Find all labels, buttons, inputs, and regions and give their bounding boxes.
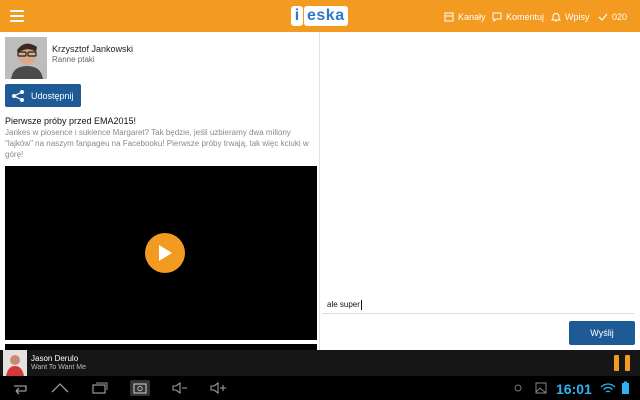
channels-icon bbox=[444, 12, 454, 22]
system-nav-bar: 16:01 bbox=[0, 376, 640, 400]
likes-count: 020 bbox=[612, 12, 628, 22]
pause-icon[interactable] bbox=[614, 355, 630, 371]
volume-down-icon[interactable] bbox=[170, 380, 190, 396]
author-name: Krzysztof Jankowski bbox=[52, 44, 134, 54]
battery-icon bbox=[622, 381, 629, 394]
posts-label: Wpisy bbox=[565, 12, 590, 22]
track-title: Want To Want Me bbox=[31, 364, 86, 371]
comment-button[interactable]: Komentuj bbox=[492, 10, 544, 24]
post-title: Pierwsze próby przed EMA2015! bbox=[5, 116, 137, 126]
likes-button[interactable]: 020 bbox=[598, 10, 627, 24]
top-bar: i eska Kanały Komentuj Wpisy 020 bbox=[0, 0, 640, 32]
text-caret bbox=[360, 299, 362, 310]
post-body: Jankes w piosence i sukience Margaret? T… bbox=[5, 128, 309, 159]
gallery-icon bbox=[535, 382, 547, 394]
album-art bbox=[3, 350, 27, 376]
checkmark-icon bbox=[598, 13, 608, 21]
bell-icon bbox=[551, 13, 561, 22]
comment-input-value: ale super bbox=[327, 300, 360, 309]
notification-icon bbox=[514, 384, 522, 392]
play-icon[interactable] bbox=[145, 233, 185, 273]
app-screen: i eska Kanały Komentuj Wpisy 020 Krzyszt… bbox=[0, 0, 640, 400]
track-artist: Jason Derulo bbox=[31, 354, 79, 363]
eska-logo: i eska bbox=[291, 5, 348, 27]
send-button[interactable]: Wyślij bbox=[569, 321, 635, 345]
now-playing-bar[interactable]: Jason Derulo Want To Want Me bbox=[0, 350, 640, 376]
home-icon[interactable] bbox=[50, 380, 70, 396]
comment-icon bbox=[492, 12, 502, 22]
wifi-icon bbox=[600, 383, 616, 393]
screenshot-icon[interactable] bbox=[130, 380, 150, 396]
comment-label: Komentuj bbox=[506, 12, 545, 22]
volume-up-icon[interactable] bbox=[208, 380, 228, 396]
comment-input[interactable]: ale super bbox=[322, 296, 634, 314]
author-show: Ranne ptaki bbox=[52, 55, 95, 64]
channels-button[interactable]: Kanały bbox=[444, 10, 486, 24]
channels-label: Kanały bbox=[458, 12, 486, 22]
status-clock: 16:01 bbox=[556, 381, 592, 397]
author-avatar bbox=[5, 37, 47, 79]
column-divider bbox=[319, 32, 320, 350]
share-label: Udostępnij bbox=[31, 90, 74, 101]
back-icon[interactable] bbox=[10, 380, 30, 396]
posts-button[interactable]: Wpisy bbox=[551, 10, 590, 24]
recent-apps-icon[interactable] bbox=[90, 380, 110, 396]
logo-text: eska bbox=[304, 6, 348, 26]
logo-i: i bbox=[291, 6, 303, 26]
share-icon bbox=[12, 89, 24, 102]
hamburger-menu-icon[interactable] bbox=[6, 8, 28, 24]
video-player[interactable] bbox=[5, 166, 317, 340]
share-button[interactable]: Udostępnij bbox=[5, 84, 81, 107]
